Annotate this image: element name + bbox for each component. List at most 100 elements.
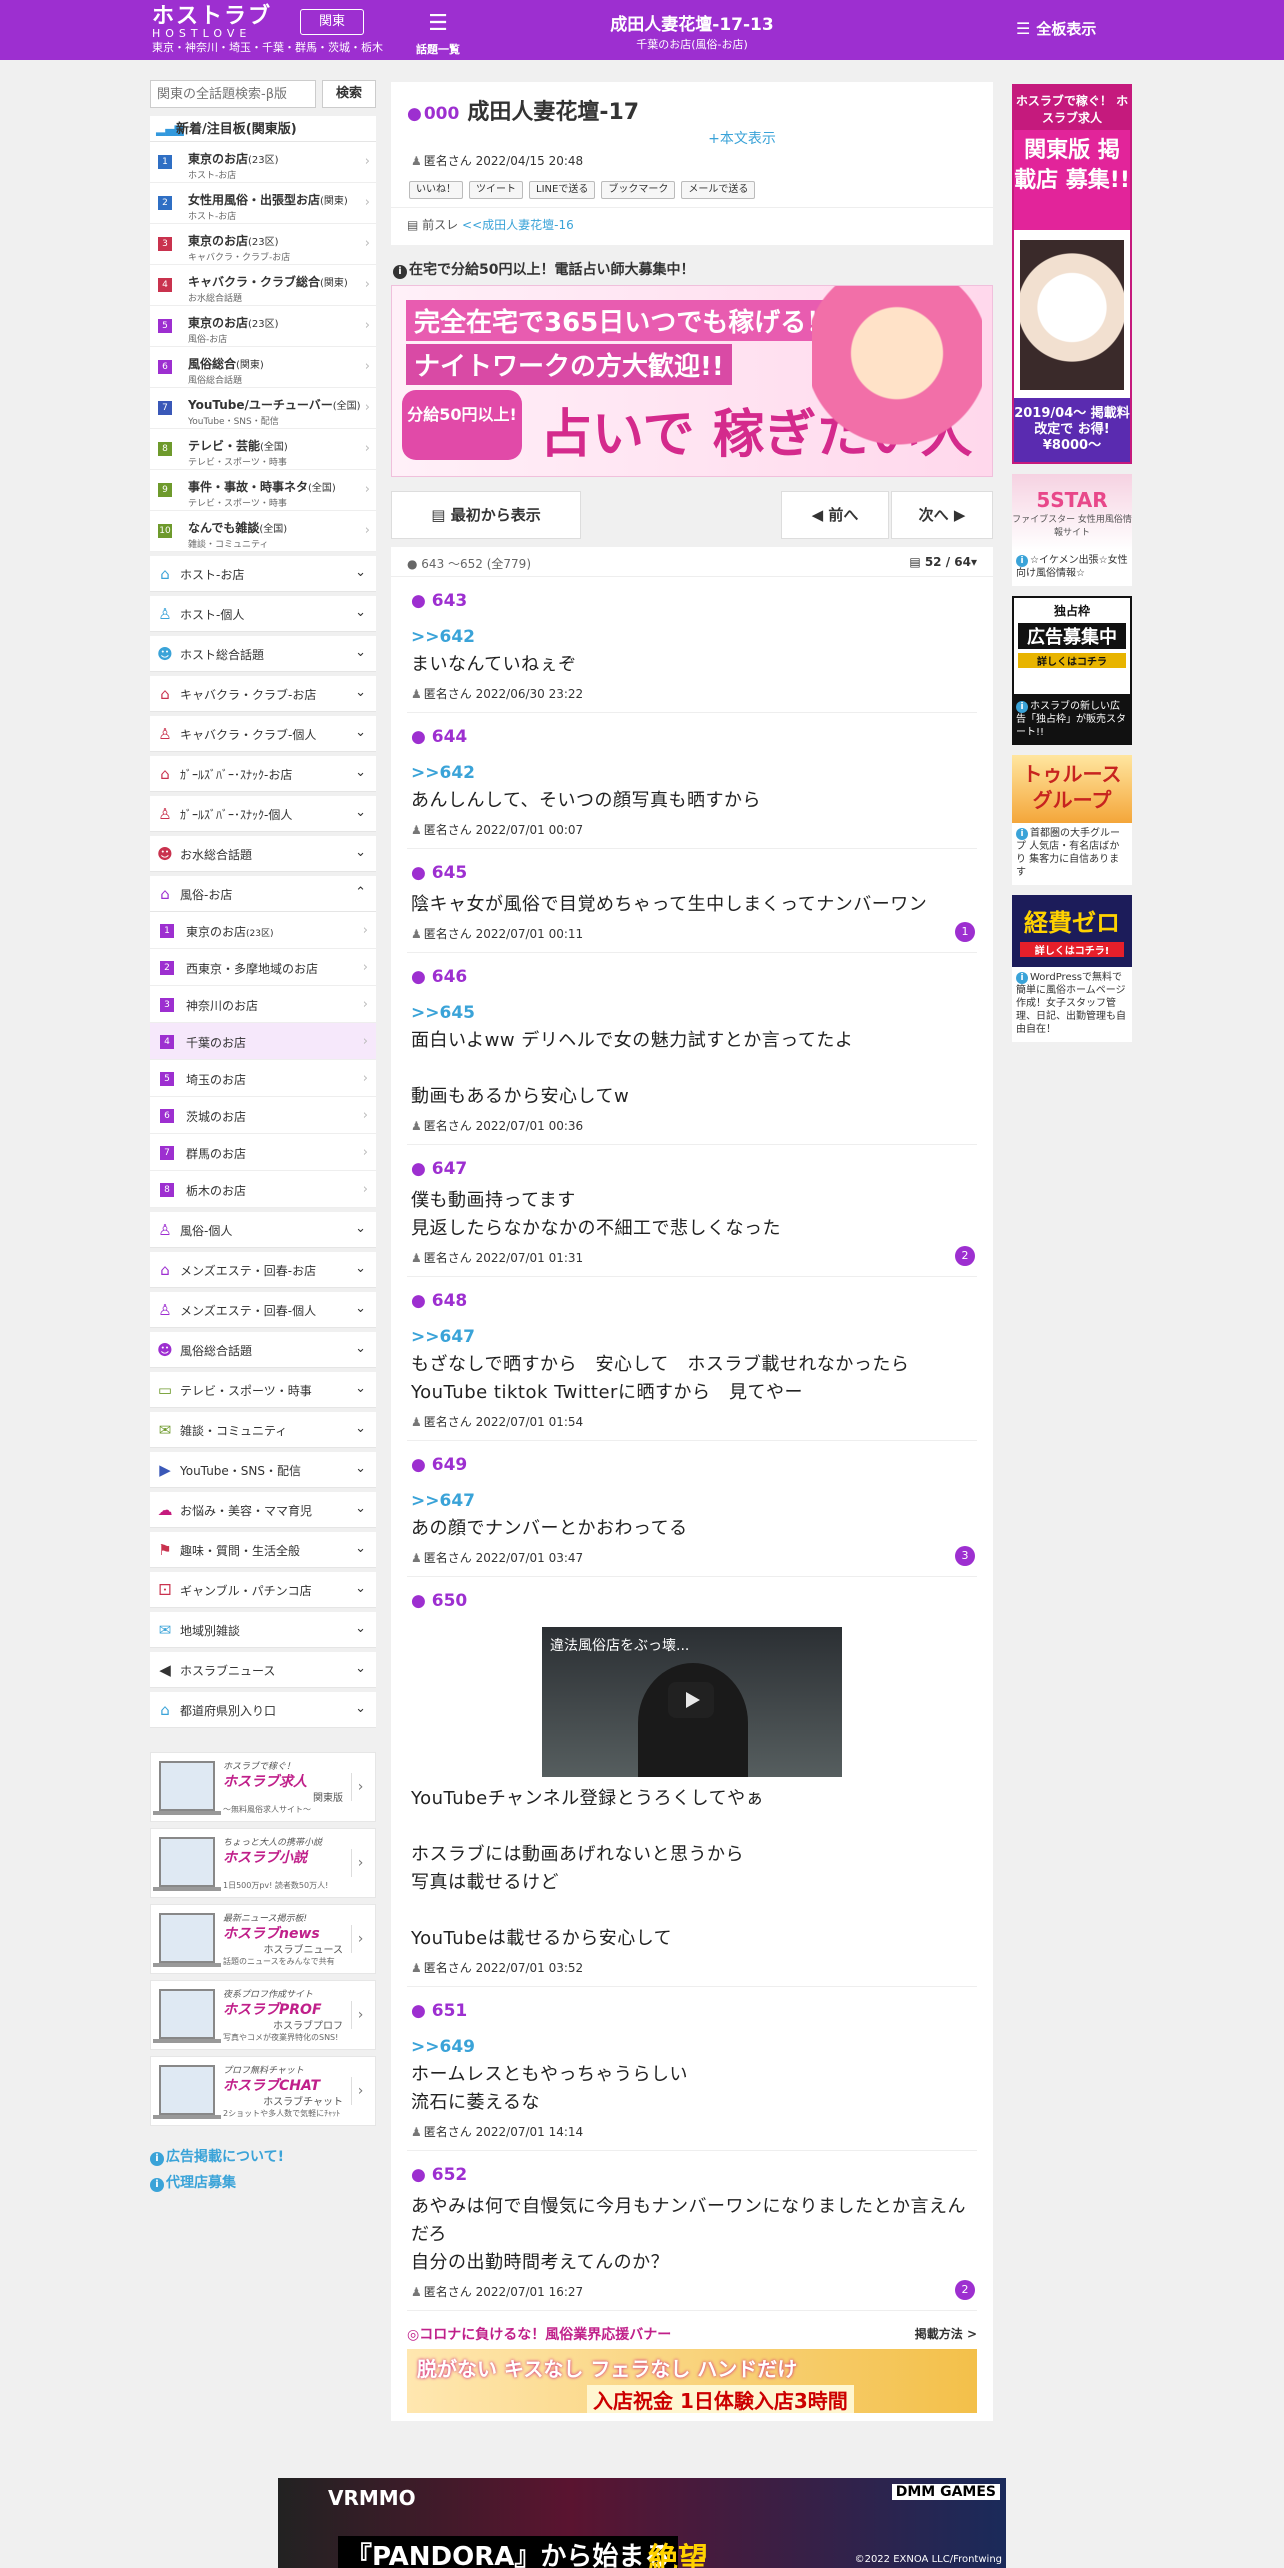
search-button[interactable]: 検索 <box>322 80 376 108</box>
zero-cost-ad[interactable]: 経費ゼロ 詳しくはコチラ! i WordPressで無料で簡単に風俗ホームページ作… <box>1012 895 1132 1042</box>
subcategory-item[interactable]: 3 神奈川のお店 › <box>150 986 376 1023</box>
ranking-item[interactable]: 10 なんでも雑談(全国) 雑談・コミュニティ › <box>150 511 376 552</box>
subcategory-item[interactable]: 1 東京のお店(23区) › <box>150 912 376 949</box>
ranking-item[interactable]: 8 テレビ・芸能(全国) テレビ・スポーツ・時事 › <box>150 429 376 470</box>
agency-link[interactable]: i 代理店募集 <box>150 2172 376 2192</box>
category-item[interactable]: ◀ ホスラブニュース ⌄ <box>150 1652 376 1688</box>
prev-thread-link[interactable]: <<成田人妻花壇-16 <box>462 218 574 232</box>
category-item[interactable]: ✉ 雑談・コミュニティ ⌄ <box>150 1412 376 1448</box>
ranking-item[interactable]: 5 東京のお店(23区) 風俗-お店 › <box>150 306 376 347</box>
fivestar-ad[interactable]: 5STAR ファイブスター 女性用風俗情報サイト i ☆イケメン出張☆女性向け風俗… <box>1012 474 1132 586</box>
header-board-name[interactable]: 千葉のお店(風俗-お店) <box>540 36 844 52</box>
share-button[interactable]: いいね！ <box>409 181 463 199</box>
menu-icon: ☰ <box>1016 19 1031 38</box>
promo-item[interactable]: プロフ無料チャット ホスラブCHAT ホスラブチャット 2ショットや多人数で気軽にﾁｬ… <box>150 2056 376 2126</box>
youtube-embed[interactable]: 違法風俗店をぶっ壊... <box>542 1627 842 1777</box>
next-page-button[interactable]: 次へ ▶ <box>891 491 993 539</box>
category-item[interactable]: ⚀ ギャンブル・パチンコ店 ⌄ <box>150 1572 376 1608</box>
ad-info-link[interactable]: i 広告掲載について! <box>150 2146 376 2166</box>
reply-count-badge[interactable]: 3 <box>955 1546 975 1566</box>
reply-anchor-link[interactable]: >>642 <box>407 755 977 787</box>
subcategory-label: 神奈川のお店 <box>186 999 259 1013</box>
post-number[interactable]: ● 649 <box>407 1447 977 1483</box>
category-item[interactable]: ⌂ ｶﾞｰﾙｽﾞﾊﾞｰ･ｽﾅｯｸ-お店 ⌄ <box>150 756 376 792</box>
ranking-item[interactable]: 9 事件・事故・時事ネタ(全国) テレビ・スポーツ・時事 › <box>150 470 376 511</box>
ranking-item[interactable]: 3 東京のお店(23区) キャバクラ・クラブ-お店 › <box>150 224 376 265</box>
category-item[interactable]: ☻ 風俗総合話題 ⌄ <box>150 1332 376 1368</box>
recruit-ad[interactable]: ホスラブで稼ぐ！ ホスラブ求人 関東版 掲載店 募集!! 2019/04〜 掲載… <box>1012 84 1132 464</box>
reply-anchor-link[interactable]: >>649 <box>407 2029 977 2061</box>
reply-anchor-link[interactable]: >>642 <box>407 619 977 651</box>
category-item[interactable]: ⌂ キャバクラ・クラブ-お店 ⌄ <box>150 676 376 712</box>
category-item[interactable]: ✉ 地域別雑談 ⌄ <box>150 1612 376 1648</box>
category-item[interactable]: ⌂ メンズエステ・回春-お店 ⌄ <box>150 1252 376 1288</box>
ranking-item[interactable]: 6 風俗総合(関東) 風俗総合話題 › <box>150 347 376 388</box>
share-button[interactable]: LINEで送る <box>529 181 596 199</box>
category-item[interactable]: ♙ キャバクラ・クラブ-個人 ⌄ <box>150 716 376 752</box>
page-indicator[interactable]: ▤ 52 / 64▾ <box>909 555 977 569</box>
how-to-post-link[interactable]: 掲載方法 > <box>915 2325 977 2342</box>
bottom-game-ad[interactable]: VRMMO 『PANDORA』から始まる 絶望 DMM GAMES ©2022 … <box>278 2478 1006 2568</box>
topics-list-button[interactable]: ☰ 話題一覧 <box>408 8 468 56</box>
reply-count-badge[interactable]: 1 <box>955 922 975 942</box>
fortune-ad-banner[interactable]: 完全在宅で365日いつでも稼げる！ ナイトワークの方大歓迎!! 分給50円以上!… <box>391 285 993 477</box>
truth-group-ad[interactable]: トゥルース グループ i 首都圏の大手グループ 人気店・有名店ばかり 集客力に自信… <box>1012 755 1132 885</box>
ranking-item[interactable]: 7 YouTube/ユーチューバー(全国) YouTube・SNS・配信 › <box>150 388 376 429</box>
share-button[interactable]: ツイート <box>469 181 523 199</box>
subcategory-item[interactable]: 8 栃木のお店 › <box>150 1171 376 1208</box>
show-from-start-button[interactable]: ▤ 最初から表示 <box>391 491 581 539</box>
post-number[interactable]: ● 650 <box>407 1583 977 1619</box>
subcategory-item[interactable]: 2 西東京・多摩地域のお店 › <box>150 949 376 986</box>
corona-support-banner[interactable]: 脱がない キスなし フェラなし ハンドだけ 入店祝金 1日体験入店3時間 <box>407 2349 977 2413</box>
reply-anchor-link[interactable]: >>647 <box>407 1483 977 1515</box>
category-item[interactable]: ▭ テレビ・スポーツ・時事 ⌄ <box>150 1372 376 1408</box>
ranking-item[interactable]: 2 女性用風俗・出張型お店(関東) ホスト-お店 › <box>150 183 376 224</box>
post-number[interactable]: ● 643 <box>407 583 977 619</box>
ad-heading-text: 在宅で分給50円以上！電話占い師大募集中！ <box>409 262 695 278</box>
promo-item[interactable]: ちょっと大人の携帯小説 ホスラブ小説 1日500万pv! 読者数50万人! › <box>150 1828 376 1898</box>
subcategory-item[interactable]: 7 群馬のお店 › <box>150 1134 376 1171</box>
all-boards-button[interactable]: ☰ 全板表示 <box>1016 18 1096 39</box>
category-item[interactable]: ⌂ ホスト-お店 ⌄ <box>150 556 376 592</box>
category-item[interactable]: ♙ ｶﾞｰﾙｽﾞﾊﾞｰ･ｽﾅｯｸ-個人 ⌄ <box>150 796 376 832</box>
reply-count-badge[interactable]: 2 <box>955 2280 975 2300</box>
post-number[interactable]: ● 648 <box>407 1283 977 1319</box>
ranking-item[interactable]: 1 東京のお店(23区) ホスト-お店 › <box>150 142 376 183</box>
promo-item[interactable]: 夜系プロフ作成サイト ホスラブPROF ホスラブプロフ 写真やコメが夜業界特化のSNS… <box>150 1980 376 2050</box>
promo-item[interactable]: 最新ニュース掲示板! ホスラブnews ホスラブニュース 話題のニュースをみんなで共有… <box>150 1904 376 1974</box>
post-number[interactable]: ● 647 <box>407 1151 977 1187</box>
category-item[interactable]: ♙ 風俗-個人 ⌄ <box>150 1212 376 1248</box>
post-number[interactable]: ● 646 <box>407 959 977 995</box>
ranking-item[interactable]: 4 キャバクラ・クラブ総合(関東) お水総合話題 › <box>150 265 376 306</box>
post-number[interactable]: ● 644 <box>407 719 977 755</box>
subcategory-item[interactable]: 5 埼玉のお店 › <box>150 1060 376 1097</box>
category-item[interactable]: ☻ お水総合話題 ⌄ <box>150 836 376 872</box>
post-number[interactable]: ● 652 <box>407 2157 977 2193</box>
play-icon[interactable] <box>668 1682 714 1718</box>
chevron-down-icon: ⌄ <box>355 565 366 580</box>
category-item[interactable]: ⌂ 風俗-お店 ⌃ <box>150 876 376 912</box>
prev-page-button[interactable]: ◀ 前へ <box>781 491 889 539</box>
subcategory-item[interactable]: 4 千葉のお店 › <box>150 1023 376 1060</box>
search-input[interactable] <box>150 80 316 108</box>
category-item[interactable]: ⚑ 趣味・質問・生活全般 ⌄ <box>150 1532 376 1568</box>
site-logo[interactable]: ホストラブ <box>152 6 272 28</box>
share-button[interactable]: メールで送る <box>681 181 756 199</box>
promo-item[interactable]: ホスラブで稼ぐ！ ホスラブ求人 関東版 〜無料風俗求人サイト〜 › <box>150 1752 376 1822</box>
subcategory-item[interactable]: 6 茨城のお店 › <box>150 1097 376 1134</box>
show-body-link[interactable]: +本文表示 <box>491 128 993 148</box>
post-number[interactable]: ● 651 <box>407 1993 977 2029</box>
reply-anchor-link[interactable]: >>645 <box>407 995 977 1027</box>
category-item[interactable]: ☁ お悩み・美容・ママ育児 ⌄ <box>150 1492 376 1528</box>
category-item[interactable]: ♙ メンズエステ・回春-個人 ⌄ <box>150 1292 376 1328</box>
reply-count-badge[interactable]: 2 <box>955 1246 975 1266</box>
exclusive-slot-ad[interactable]: 独占枠 広告募集中 詳しくはコチラ i ホスラブの新しい広告「独占枠」が販売スター… <box>1012 596 1132 745</box>
region-button[interactable]: 関東 <box>300 9 364 35</box>
share-button[interactable]: ブックマーク <box>601 181 676 199</box>
category-item[interactable]: ⌂ 都道府県別入り口 ⌄ <box>150 1692 376 1728</box>
post-number[interactable]: ● 645 <box>407 855 977 891</box>
reply-anchor-link[interactable]: >>647 <box>407 1319 977 1351</box>
category-item[interactable]: ☻ ホスト総合話題 ⌄ <box>150 636 376 672</box>
category-item[interactable]: ♙ ホスト-個人 ⌄ <box>150 596 376 632</box>
category-item[interactable]: ▶ YouTube・SNS・配信 ⌄ <box>150 1452 376 1488</box>
